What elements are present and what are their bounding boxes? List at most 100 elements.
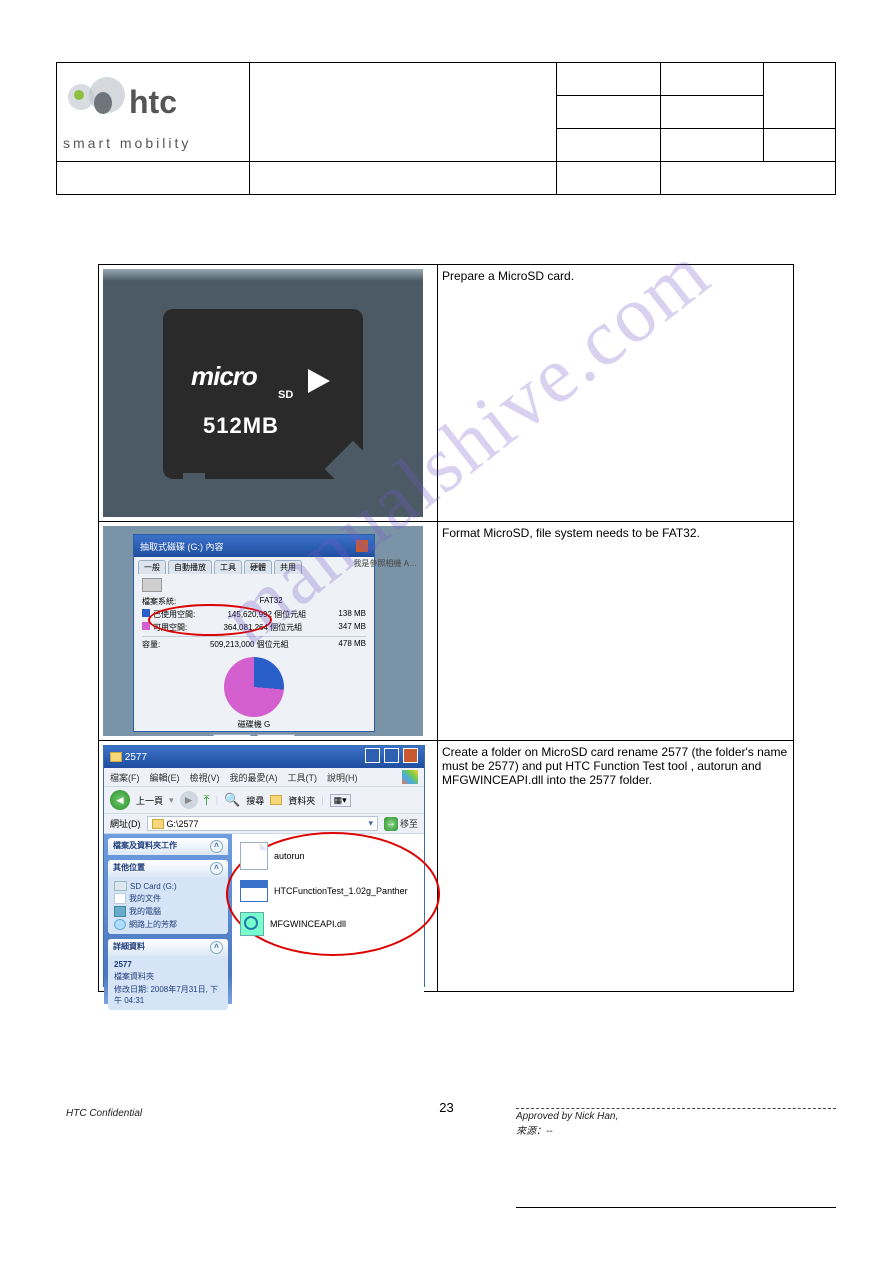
signature-block: Approved by Nick Han, 來源：--: [516, 1108, 836, 1208]
drive-icon: [142, 578, 162, 592]
tab-sharing[interactable]: 共用: [274, 560, 302, 574]
menu-bar: 檔案(F) 編輯(E) 檢視(V) 我的最愛(A) 工具(T) 說明(H): [104, 768, 424, 787]
sidebar-item-sdcard[interactable]: SD Card (G:): [114, 880, 222, 892]
dll-icon: [240, 912, 264, 936]
chevron-up-icon[interactable]: ˄: [210, 941, 223, 954]
sidebar: 檔案及資料夾工作 ˄ 其他位置 ˄ SD Card (G:): [104, 834, 232, 1004]
header-c3: [764, 63, 836, 129]
close-icon[interactable]: [356, 540, 368, 552]
header-b4: [660, 162, 835, 195]
row2-image-cell: 抽取式磁碟 (G:) 內容 一般 自動播放 工具 硬體 共用: [99, 522, 438, 741]
forward-button[interactable]: ►: [180, 791, 198, 809]
details-type: 檔案資料夾: [114, 970, 222, 983]
used-mb: 138 MB: [338, 609, 366, 620]
go-label: 移至: [400, 817, 418, 830]
toolbar: ◄ 上一頁 ▾ ► ⤒ | 🔍 搜尋 資料夾 | ▦▾: [104, 787, 424, 814]
footer: HTC Confidential Approved by Nick Han, 來…: [56, 1108, 836, 1208]
header-b1: [57, 162, 250, 195]
address-input[interactable]: G:\2577 ▾: [147, 816, 378, 831]
tab-autoplay[interactable]: 自動播放: [168, 560, 212, 574]
menu-edit[interactable]: 編輯(E): [150, 771, 180, 784]
row3-image-cell: 2577 檔案(F) 編輯(E) 檢視(V) 我的最愛(A) 工具(T): [99, 741, 438, 992]
sd-subbrand: SD: [278, 389, 293, 401]
header-b2: [249, 162, 557, 195]
capacity-mb: 478 MB: [338, 639, 366, 650]
explorer-window: 2577 檔案(F) 編輯(E) 檢視(V) 我的最愛(A) 工具(T): [103, 745, 425, 987]
menu-view[interactable]: 檢視(V): [190, 771, 220, 784]
microsd-photo: micro SD 512MB: [103, 269, 423, 517]
properties-titlebar: 抽取式磁碟 (G:) 內容: [134, 535, 374, 557]
tasks-panel: 檔案及資料夾工作 ˄: [108, 838, 228, 855]
approved-by: Approved by Nick Han,: [516, 1111, 618, 1122]
go-button[interactable]: → 移至: [384, 817, 418, 831]
drive-properties-window: 抽取式磁碟 (G:) 內容 一般 自動播放 工具 硬體 共用: [133, 534, 375, 732]
confidential-label: HTC Confidential: [66, 1108, 142, 1119]
go-arrow-icon: →: [384, 817, 398, 831]
signature-line: [516, 1177, 836, 1208]
menu-tools[interactable]: 工具(T): [288, 771, 318, 784]
maximize-icon[interactable]: [384, 748, 399, 763]
header-b3: [557, 162, 660, 195]
row1-desc: Prepare a MicroSD card.: [438, 265, 794, 522]
disk-usage-piechart: [224, 657, 284, 717]
back-button[interactable]: ◄: [110, 790, 130, 810]
drive-properties-screenshot: 抽取式磁碟 (G:) 內容 一般 自動播放 工具 硬體 共用: [103, 526, 423, 736]
header-c2r2: [660, 96, 763, 129]
tasks-header: 檔案及資料夾工作: [113, 840, 177, 853]
address-value: G:\2577: [167, 819, 199, 829]
close-icon[interactable]: [403, 748, 418, 763]
sd-arrow-icon: [308, 369, 330, 393]
search-icon[interactable]: 🔍: [224, 792, 240, 808]
header-c1r2: [557, 96, 660, 129]
minimize-icon[interactable]: [365, 748, 380, 763]
sidebar-item-network[interactable]: 網路上的芳鄰: [114, 918, 222, 931]
row1-image-cell: micro SD 512MB: [99, 265, 438, 522]
search-label[interactable]: 搜尋: [246, 794, 264, 807]
header-c2r3: [660, 129, 763, 162]
window-title: 2577: [125, 752, 147, 763]
microsd-card: micro SD 512MB: [163, 309, 363, 479]
details-name: 2577: [114, 959, 222, 970]
filesystem-label: 檔案系統:: [142, 596, 176, 607]
drive-caption: 磁碟機 G: [142, 719, 366, 730]
places-panel: 其他位置 ˄ SD Card (G:) 我的文件 我的電腦 網路上的芳鄰: [108, 860, 228, 934]
highlight-ellipse: [148, 604, 272, 636]
header-c1r1: [557, 63, 660, 96]
menu-help[interactable]: 說明(H): [327, 771, 358, 784]
up-folder-icon[interactable]: ⤒: [204, 792, 210, 809]
file-list: autorun HTCFunctionTest_1.02g_Panther MF…: [232, 834, 424, 1004]
cancel-button[interactable]: 取消: [257, 734, 295, 736]
properties-tabs: 一般 自動播放 工具 硬體 共用: [134, 557, 374, 574]
back-label[interactable]: 上一頁: [136, 794, 163, 807]
places-header: 其他位置: [113, 862, 145, 875]
details-modified: 修改日期: 2008年7月31日, 下午 04:31: [114, 983, 222, 1007]
row2-desc: Format MicroSD, file system needs to be …: [438, 522, 794, 741]
header-spacer: [249, 63, 557, 162]
free-mb: 347 MB: [338, 622, 366, 633]
tab-tools[interactable]: 工具: [214, 560, 242, 574]
folders-label[interactable]: 資料夾: [288, 794, 315, 807]
htc-logo: htc: [63, 73, 223, 133]
address-bar: 網址(D) G:\2577 ▾ → 移至: [104, 814, 424, 834]
sidebar-item-mycomputer[interactable]: 我的電腦: [114, 905, 222, 918]
tab-general[interactable]: 一般: [138, 560, 166, 574]
menu-file[interactable]: 檔案(F): [110, 771, 140, 784]
background-text: 我是參照相機 A…: [353, 558, 417, 569]
file-icon: [240, 842, 268, 870]
sidebar-item-documents[interactable]: 我的文件: [114, 892, 222, 905]
explorer-titlebar: 2577: [104, 746, 424, 768]
properties-title: 抽取式磁碟 (G:) 內容: [140, 540, 224, 553]
header-c2r1: [660, 63, 763, 96]
sd-capacity: 512MB: [203, 413, 279, 439]
chevron-up-icon[interactable]: ˄: [210, 840, 223, 853]
chevron-up-icon[interactable]: ˄: [210, 862, 223, 875]
steps-table: micro SD 512MB Prepare a MicroSD card. 抽…: [98, 264, 794, 992]
source-label: 來源：--: [516, 1126, 553, 1137]
header-c1r3: [557, 129, 660, 162]
tab-hardware[interactable]: 硬體: [244, 560, 272, 574]
ok-button[interactable]: 確定: [213, 734, 251, 736]
menu-favorites[interactable]: 我的最愛(A): [230, 771, 278, 784]
folders-pane-icon[interactable]: [270, 795, 282, 805]
capacity-bytes: 509,213,000 個位元組: [210, 639, 289, 650]
views-icon[interactable]: ▦▾: [330, 794, 351, 807]
